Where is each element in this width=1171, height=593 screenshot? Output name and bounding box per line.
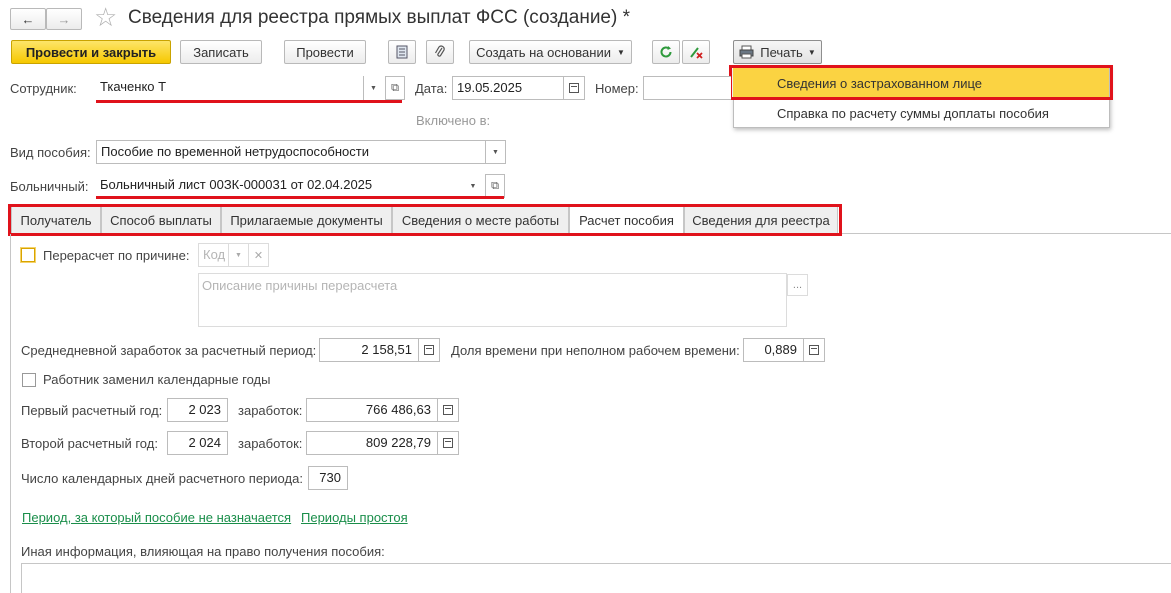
attach-button[interactable] xyxy=(426,40,454,64)
print-button[interactable]: Печать ▼ xyxy=(733,40,822,64)
report-button[interactable] xyxy=(388,40,416,64)
employee-open-button[interactable]: ⧉ xyxy=(385,76,405,100)
ellipsis-icon: ... xyxy=(792,279,803,291)
date-field[interactable]: 19.05.2025 xyxy=(452,76,564,100)
menu-item-label: Справка по расчету суммы доплаты пособия xyxy=(777,105,1049,121)
earnings2-label: заработок: xyxy=(238,436,303,451)
menu-item-surcharge-certificate[interactable]: Справка по расчету суммы доплаты пособия xyxy=(733,98,1109,128)
other-info-label: Иная информация, влияющая на право получ… xyxy=(21,544,385,559)
chevron-down-icon: ▼ xyxy=(235,251,242,259)
document-list-icon xyxy=(396,45,408,59)
highlight-underline-sick-leave xyxy=(96,196,504,199)
year2-field[interactable]: 2 024 xyxy=(167,431,228,455)
date-label: Дата: xyxy=(415,81,448,96)
recalc-reason-more-button[interactable]: ... xyxy=(787,274,808,296)
calendar-icon xyxy=(569,83,579,93)
calculator-icon xyxy=(424,345,434,355)
post-button[interactable]: Провести xyxy=(284,40,366,64)
earnings1-calc-button[interactable] xyxy=(437,398,459,422)
edit-remove-button[interactable] xyxy=(682,40,710,64)
forward-button[interactable]: → xyxy=(46,8,82,30)
sick-leave-open-button[interactable]: ⧉ xyxy=(485,174,505,198)
avg-earnings-label: Среднедневной заработок за расчетный пер… xyxy=(21,343,317,358)
highlight-box-menu xyxy=(729,65,1113,100)
earnings2-field[interactable]: 809 228,79 xyxy=(306,431,438,455)
favorite-star-icon[interactable]: ☆ xyxy=(94,2,117,32)
highlight-underline-employee xyxy=(96,100,402,103)
chevron-down-icon: ▼ xyxy=(616,47,625,57)
refresh-icon xyxy=(660,46,672,58)
open-link-icon: ⧉ xyxy=(391,81,399,94)
benefit-type-label: Вид пособия: xyxy=(10,145,91,160)
back-button[interactable]: ← xyxy=(10,8,46,30)
sick-leave-field[interactable]: Больничный лист 00ЗК-000031 от 02.04.202… xyxy=(96,174,464,198)
printer-icon xyxy=(739,45,754,59)
chevron-down-icon: ▼ xyxy=(492,148,499,156)
chevron-down-icon: ▼ xyxy=(370,84,377,92)
employee-field[interactable]: Ткаченко Т xyxy=(96,76,364,100)
employee-dropdown-button[interactable]: ▼ xyxy=(364,76,383,100)
post-and-close-button[interactable]: Провести и закрыть xyxy=(11,40,171,64)
recalc-code-field[interactable]: Код xyxy=(198,243,229,267)
earnings1-label: заработок: xyxy=(238,403,303,418)
benefit-type-dropdown-button[interactable]: ▼ xyxy=(485,140,506,164)
page-title: Сведения для реестра прямых выплат ФСС (… xyxy=(128,7,630,28)
close-icon: ✕ xyxy=(253,249,264,262)
sick-leave-label: Больничный: xyxy=(10,179,89,194)
employee-label: Сотрудник: xyxy=(10,81,77,96)
number-label: Номер: xyxy=(595,81,639,96)
calendar-days-label: Число календарных дней расчетного период… xyxy=(21,471,303,486)
paperclip-icon xyxy=(434,45,445,57)
content-panel-border xyxy=(10,234,11,593)
link-idle-periods[interactable]: Периоды простоя xyxy=(301,510,408,525)
earnings2-calc-button[interactable] xyxy=(437,431,459,455)
chevron-down-icon: ▼ xyxy=(469,182,477,190)
recalc-reason-placeholder: Описание причины перерасчета xyxy=(202,278,398,293)
benefit-type-field[interactable]: Пособие по временной нетрудоспособности xyxy=(96,140,486,164)
refresh-button[interactable] xyxy=(652,40,680,64)
number-field[interactable] xyxy=(643,76,731,100)
other-info-textarea[interactable] xyxy=(21,563,1171,593)
year1-field[interactable]: 2 023 xyxy=(167,398,228,422)
create-based-on-button[interactable]: Создать на основании ▼ xyxy=(469,40,632,64)
calculator-icon xyxy=(443,438,453,448)
link-period-not-assigned[interactable]: Период, за который пособие не назначаетс… xyxy=(22,510,291,525)
print-label: Печать xyxy=(760,44,803,60)
time-share-field[interactable]: 0,889 xyxy=(743,338,804,362)
year1-label: Первый расчетный год: xyxy=(21,403,163,418)
edit-cancel-icon xyxy=(690,47,703,59)
calculator-icon xyxy=(809,345,819,355)
chevron-down-icon: ▼ xyxy=(807,47,816,57)
time-share-calc-button[interactable] xyxy=(803,338,825,362)
recalc-checkbox[interactable] xyxy=(21,248,35,262)
earnings1-field[interactable]: 766 486,63 xyxy=(306,398,438,422)
recalc-code-clear-button[interactable]: ✕ xyxy=(248,243,269,267)
sick-leave-dropdown-button[interactable]: ▼ xyxy=(463,174,483,198)
recalc-reason-textarea[interactable]: Описание причины перерасчета xyxy=(198,273,787,327)
year2-label: Второй расчетный год: xyxy=(21,436,158,451)
calculator-icon xyxy=(443,405,453,415)
avg-earnings-calc-button[interactable] xyxy=(418,338,440,362)
highlight-box-tabs xyxy=(8,204,842,236)
arrow-left-icon: ← xyxy=(21,11,35,27)
create-based-on-label: Создать на основании xyxy=(476,44,611,60)
date-calendar-button[interactable] xyxy=(563,76,585,100)
included-in-label: Включено в: xyxy=(416,113,491,128)
open-link-icon: ⧉ xyxy=(491,179,499,192)
recalc-code-dropdown-button[interactable]: ▼ xyxy=(228,243,249,267)
calendar-days-field[interactable]: 730 xyxy=(308,466,348,490)
recalc-label: Перерасчет по причине: xyxy=(43,248,190,263)
replaced-years-label: Работник заменил календарные годы xyxy=(43,372,271,387)
arrow-right-icon: → xyxy=(57,11,71,27)
replaced-years-checkbox[interactable] xyxy=(22,373,36,387)
write-button[interactable]: Записать xyxy=(180,40,262,64)
time-share-label: Доля времени при неполном рабочем времен… xyxy=(451,343,740,358)
avg-earnings-field[interactable]: 2 158,51 xyxy=(319,338,419,362)
